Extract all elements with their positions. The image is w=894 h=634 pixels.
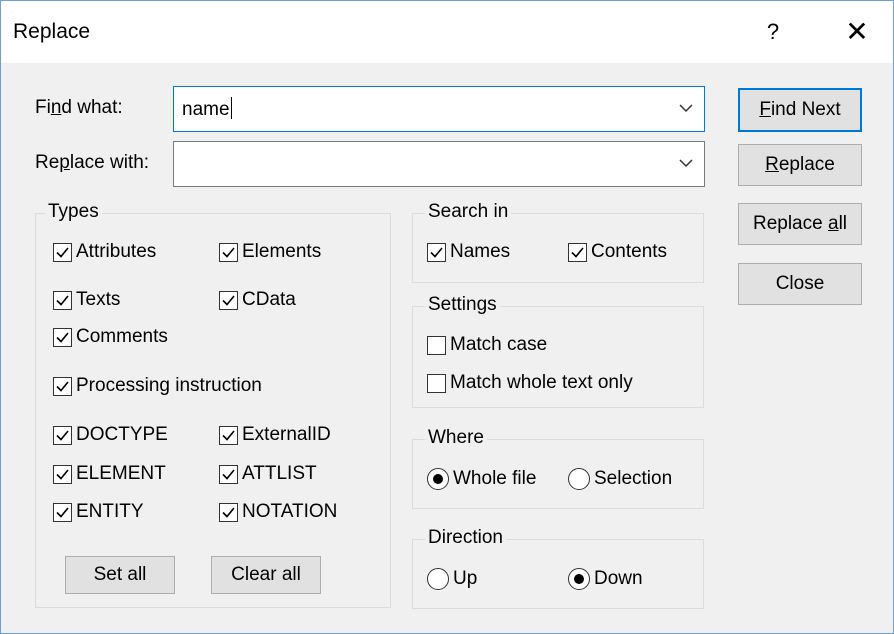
checkbox-label: Names: [450, 241, 511, 262]
direction-radio-up[interactable]: Up: [427, 568, 477, 590]
replace-button[interactable]: Replace: [738, 144, 862, 186]
radio-circle[interactable]: [568, 568, 590, 590]
types-checkbox-entity[interactable]: ENTITY: [53, 501, 144, 523]
checkbox-label: Elements: [242, 241, 322, 262]
title-bar: Replace ? ✕: [1, 1, 893, 63]
settings-checkbox-match-whole-text-only[interactable]: Match whole text only: [427, 372, 633, 394]
radio-label: Selection: [594, 468, 673, 489]
where-radio-selection[interactable]: Selection: [568, 468, 672, 490]
types-checkbox-comments[interactable]: Comments: [53, 326, 168, 348]
close-button[interactable]: Close: [738, 263, 862, 305]
settings-group-title: Settings: [425, 294, 500, 316]
chevron-down-icon[interactable]: [676, 148, 696, 178]
checkbox-label: Comments: [76, 326, 168, 347]
checkbox-label: Texts: [76, 289, 121, 310]
search-in-group-title: Search in: [425, 201, 512, 223]
checkbox-label: Contents: [591, 241, 668, 262]
replace-all-button[interactable]: Replace all: [738, 203, 862, 245]
checkbox-label: Processing instruction: [76, 375, 262, 396]
radio-circle[interactable]: [427, 568, 449, 590]
checkbox-label: CData: [242, 289, 296, 310]
close-icon[interactable]: ✕: [827, 11, 887, 53]
help-button[interactable]: ?: [753, 11, 793, 53]
radio-label: Down: [594, 568, 643, 589]
checkbox-label: Match whole text only: [450, 372, 633, 393]
types-checkbox-doctype[interactable]: DOCTYPE: [53, 424, 168, 446]
where-radio-whole-file[interactable]: Whole file: [427, 468, 536, 490]
find-what-combobox[interactable]: name: [173, 86, 705, 132]
types-checkbox-notation[interactable]: NOTATION: [219, 501, 337, 523]
checkbox-box[interactable]: [219, 290, 238, 310]
checkbox-label: Attributes: [76, 241, 157, 262]
replace-with-combobox[interactable]: [173, 141, 705, 187]
radio-circle[interactable]: [568, 468, 590, 490]
replace-with-label: Replace with:: [35, 152, 150, 173]
chevron-down-icon[interactable]: [676, 93, 696, 123]
checkbox-box[interactable]: [53, 290, 72, 310]
radio-label: Up: [453, 568, 478, 589]
checkbox-box[interactable]: [219, 464, 238, 484]
checkbox-box[interactable]: [427, 373, 446, 393]
checkbox-box[interactable]: [53, 242, 72, 262]
settings-checkbox-match-case[interactable]: Match case: [427, 334, 547, 356]
find-what-label: Find what:: [35, 97, 123, 118]
where-group-title: Where: [425, 427, 487, 449]
checkbox-box[interactable]: [427, 242, 446, 262]
set-all-button[interactable]: Set all: [65, 556, 175, 594]
search-in-checkbox-contents[interactable]: Contents: [568, 241, 667, 263]
dialog-title: Replace: [13, 20, 91, 43]
checkbox-box[interactable]: [53, 327, 72, 347]
direction-radio-down[interactable]: Down: [568, 568, 643, 590]
checkbox-box[interactable]: [219, 502, 238, 522]
checkbox-box[interactable]: [53, 464, 72, 484]
checkbox-label: ELEMENT: [76, 463, 166, 484]
find-next-button[interactable]: Find Next: [738, 88, 862, 132]
types-group-title: Types: [45, 201, 102, 223]
checkbox-box[interactable]: [568, 242, 587, 262]
clear-all-button[interactable]: Clear all: [211, 556, 321, 594]
checkbox-label: DOCTYPE: [76, 424, 168, 445]
types-checkbox-texts[interactable]: Texts: [53, 289, 120, 311]
checkbox-label: ATTLIST: [242, 463, 317, 484]
checkbox-box[interactable]: [219, 242, 238, 262]
types-checkbox-element[interactable]: ELEMENT: [53, 463, 166, 485]
checkbox-box[interactable]: [53, 425, 72, 445]
find-what-input[interactable]: name: [182, 97, 232, 121]
types-checkbox-processing-instruction[interactable]: Processing instruction: [53, 375, 262, 397]
checkbox-box[interactable]: [53, 502, 72, 522]
checkbox-box[interactable]: [53, 376, 72, 396]
types-checkbox-attributes[interactable]: Attributes: [53, 241, 156, 263]
search-in-checkbox-names[interactable]: Names: [427, 241, 510, 263]
checkbox-label: Match case: [450, 334, 548, 355]
checkbox-label: ENTITY: [76, 501, 144, 522]
types-checkbox-cdata[interactable]: CData: [219, 289, 296, 311]
types-checkbox-attlist[interactable]: ATTLIST: [219, 463, 317, 485]
types-checkbox-externalid[interactable]: ExternalID: [219, 424, 331, 446]
checkbox-box[interactable]: [219, 425, 238, 445]
radio-circle[interactable]: [427, 468, 449, 490]
direction-group-title: Direction: [425, 527, 506, 549]
checkbox-box[interactable]: [427, 335, 446, 355]
radio-label: Whole file: [453, 468, 537, 489]
replace-dialog: Replace ? ✕ Find what: name Replace with…: [0, 0, 894, 634]
types-group: [35, 213, 391, 608]
types-checkbox-elements[interactable]: Elements: [219, 241, 321, 263]
checkbox-label: ExternalID: [242, 424, 331, 445]
checkbox-label: NOTATION: [242, 501, 338, 522]
